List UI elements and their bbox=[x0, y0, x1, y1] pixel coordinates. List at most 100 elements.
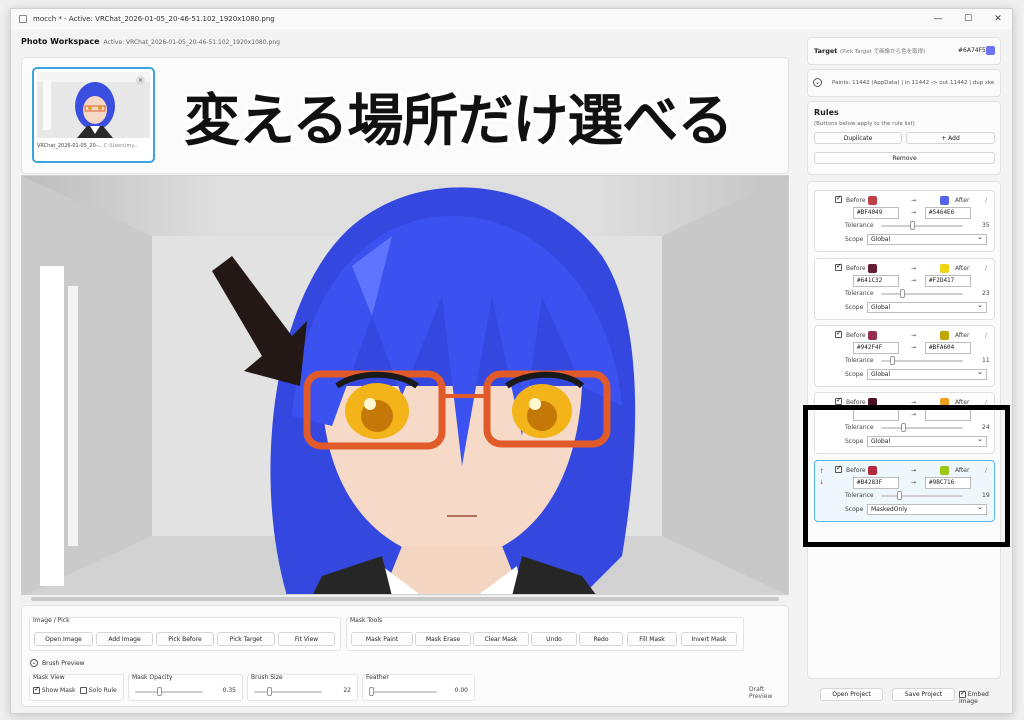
thumbnail-close-button[interactable]: × bbox=[136, 76, 145, 85]
close-button[interactable]: ✕ bbox=[983, 9, 1013, 29]
arrow-icon: → bbox=[911, 277, 917, 284]
mask-tools-group: Mask Tools Mask Paint Mask Erase Clear M… bbox=[346, 617, 744, 651]
maximize-button[interactable]: ☐ bbox=[953, 9, 983, 29]
after-swatch[interactable] bbox=[940, 264, 949, 273]
thumbnail-path: C:\Users\my... bbox=[103, 143, 139, 149]
scope-label: Scope bbox=[845, 304, 864, 311]
tolerance-slider[interactable] bbox=[881, 221, 963, 230]
add-image-button[interactable]: Add Image bbox=[96, 632, 153, 646]
rule-item[interactable]: Before → After / #BF4049 → #5464E6 Tolerance 35 S… bbox=[814, 190, 995, 252]
invert-mask-button[interactable]: Invert Mask bbox=[681, 632, 737, 646]
edit-slash: / bbox=[985, 332, 988, 339]
feather-group: Feather 0.00 bbox=[362, 674, 475, 701]
solo-rule-label: Solo Rule bbox=[88, 687, 117, 694]
tolerance-value: 35 bbox=[982, 222, 990, 229]
chevron-down-icon: ⌄ bbox=[30, 659, 38, 667]
rule-enabled-checkbox[interactable] bbox=[835, 329, 842, 338]
after-swatch[interactable] bbox=[940, 331, 949, 340]
duplicate-button[interactable]: Duplicate bbox=[814, 132, 902, 144]
scope-select[interactable]: Global bbox=[867, 368, 987, 380]
before-swatch[interactable] bbox=[868, 264, 877, 273]
rule-item[interactable]: Before → After / #942F4F → #BFA604 Tolerance 11 S… bbox=[814, 325, 995, 387]
rule-enabled-checkbox[interactable] bbox=[835, 194, 842, 203]
tolerance-slider-knob[interactable] bbox=[890, 356, 895, 365]
rules-hint: (Buttons below apply to the rule list) bbox=[814, 121, 915, 127]
mask-paint-button[interactable]: Mask Paint bbox=[351, 632, 413, 646]
before-swatch[interactable] bbox=[868, 331, 877, 340]
tolerance-label: Tolerance bbox=[845, 357, 874, 364]
rule-enabled-checkbox[interactable] bbox=[835, 396, 842, 405]
minimize-button[interactable]: — bbox=[923, 9, 953, 29]
open-image-button[interactable]: Open Image bbox=[34, 632, 93, 646]
tolerance-label: Tolerance bbox=[845, 290, 874, 297]
horizontal-scrollbar[interactable] bbox=[21, 595, 789, 603]
tools-panel: Image / Pick Open Image Add Image Pick B… bbox=[21, 605, 789, 707]
after-hex-input[interactable]: #BFA604 bbox=[925, 342, 971, 354]
mask-opacity-value: 0.35 bbox=[222, 687, 236, 694]
scope-select[interactable]: Global bbox=[867, 301, 987, 313]
paints-info: Paints: 11442 (AppData) | in 11442 -> ou… bbox=[832, 80, 995, 86]
mask-opacity-label: Mask Opacity bbox=[132, 674, 173, 681]
undo-button[interactable]: Undo bbox=[531, 632, 577, 646]
tolerance-slider-knob[interactable] bbox=[910, 221, 915, 230]
chevron-down-icon[interactable]: ⌄ bbox=[813, 78, 822, 87]
rule-enabled-checkbox[interactable] bbox=[835, 262, 842, 271]
checkbox-checked-icon bbox=[33, 685, 40, 694]
image-thumbnail[interactable]: × VRChat_2026-01-05_20-... C:\Users\my..… bbox=[32, 67, 155, 163]
fill-mask-button[interactable]: Fill Mask bbox=[627, 632, 677, 646]
fit-view-button[interactable]: Fit View bbox=[278, 632, 335, 646]
scroll-thumb[interactable] bbox=[31, 597, 779, 601]
mask-view-group: Mask View Show Mask Solo Rule bbox=[29, 674, 124, 701]
after-label: After bbox=[955, 332, 970, 339]
tolerance-slider-knob[interactable] bbox=[900, 289, 905, 298]
thumbnail-caption: VRChat_2026-01-05_20-... C:\Users\my... bbox=[37, 143, 150, 149]
before-hex-input[interactable]: #641C32 bbox=[853, 275, 899, 287]
workspace-title: Photo Workspace bbox=[21, 37, 100, 46]
thumbnail-image: × bbox=[37, 72, 150, 138]
rule-item[interactable]: Before → After / #641C32 → #F2D417 Tolerance 23 S… bbox=[814, 258, 995, 320]
before-swatch[interactable] bbox=[868, 196, 877, 205]
feather-slider[interactable] bbox=[369, 687, 437, 696]
rules-title: Rules bbox=[814, 108, 839, 117]
remove-button[interactable]: Remove bbox=[814, 152, 995, 164]
before-hex-input[interactable]: #942F4F bbox=[853, 342, 899, 354]
target-hex: #6A74F5 bbox=[958, 47, 986, 54]
pick-before-button[interactable]: Pick Before bbox=[156, 632, 214, 646]
checkbox-checked-icon bbox=[959, 689, 966, 698]
arrow-icon: → bbox=[911, 344, 917, 351]
open-project-button[interactable]: Open Project bbox=[820, 688, 883, 701]
scope-label: Scope bbox=[845, 236, 864, 243]
brush-size-slider[interactable] bbox=[254, 687, 322, 696]
show-mask-checkbox[interactable]: Show Mask bbox=[33, 685, 75, 694]
target-swatch[interactable] bbox=[986, 46, 995, 55]
brush-size-slider-knob[interactable] bbox=[267, 687, 272, 696]
add-rule-button[interactable]: + Add bbox=[906, 132, 995, 144]
pick-target-button[interactable]: Pick Target bbox=[217, 632, 275, 646]
rules-card: Rules (Buttons below apply to the rule l… bbox=[807, 101, 1001, 175]
save-project-button[interactable]: Save Project bbox=[892, 688, 955, 701]
clear-mask-button[interactable]: Clear Mask bbox=[473, 632, 529, 646]
tolerance-slider[interactable] bbox=[881, 289, 963, 298]
feather-slider-knob[interactable] bbox=[369, 687, 374, 696]
mask-erase-button[interactable]: Mask Erase bbox=[415, 632, 471, 646]
before-hex-input[interactable]: #BF4049 bbox=[853, 207, 899, 219]
brush-preview-label: Brush Preview bbox=[42, 659, 85, 667]
mask-opacity-slider-knob[interactable] bbox=[157, 687, 162, 696]
active-file-label: Active: VRChat_2026-01-05_20-46-51.102_1… bbox=[103, 39, 280, 46]
scope-select[interactable]: Global bbox=[867, 233, 987, 245]
edit-slash: / bbox=[985, 197, 988, 204]
before-label: Before bbox=[846, 197, 866, 204]
after-hex-input[interactable]: #F2D417 bbox=[925, 275, 971, 287]
app-icon bbox=[19, 15, 27, 23]
before-label: Before bbox=[846, 265, 866, 272]
after-swatch[interactable] bbox=[940, 196, 949, 205]
brush-preview-toggle[interactable]: ⌄ Brush Preview bbox=[30, 659, 85, 667]
after-hex-input[interactable]: #5464E6 bbox=[925, 207, 971, 219]
solo-rule-checkbox[interactable]: Solo Rule bbox=[80, 687, 117, 694]
image-canvas[interactable] bbox=[21, 175, 789, 595]
mask-opacity-slider[interactable] bbox=[135, 687, 203, 696]
paints-info-card: ⌄ Paints: 11442 (AppData) | in 11442 -> … bbox=[807, 69, 1001, 97]
tolerance-slider[interactable] bbox=[881, 356, 963, 365]
redo-button[interactable]: Redo bbox=[579, 632, 623, 646]
embed-image-checkbox[interactable]: Embed Image bbox=[959, 689, 1009, 705]
